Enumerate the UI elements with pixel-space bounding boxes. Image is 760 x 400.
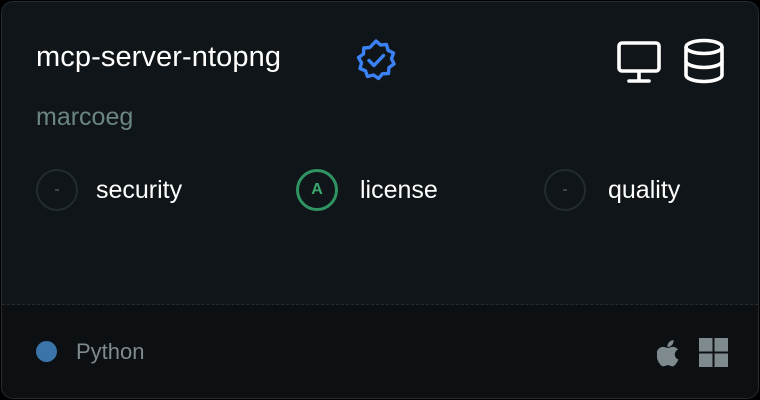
quality-grade-badge: - [544, 169, 586, 211]
windows-icon [699, 338, 728, 367]
security-score[interactable]: - security [36, 166, 182, 214]
quality-label: quality [608, 175, 681, 204]
language-color-dot [36, 341, 57, 362]
verified-badge-icon [356, 39, 396, 81]
author-name[interactable]: marcoeg [36, 103, 133, 132]
monitor-icon [617, 41, 661, 83]
language-label: Python [76, 339, 145, 364]
security-grade-badge: - [36, 169, 78, 211]
card-footer: Python [2, 305, 758, 398]
server-title[interactable]: mcp-server-ntopng [36, 41, 281, 74]
card-body: mcp-server-ntopng marcoeg - security A l… [2, 2, 758, 304]
quality-score[interactable]: - quality [544, 166, 680, 214]
server-card[interactable]: mcp-server-ntopng marcoeg - security A l… [1, 1, 759, 399]
license-score[interactable]: A license [296, 166, 438, 214]
license-grade-badge: A [296, 169, 338, 211]
license-label: license [360, 175, 438, 204]
apple-icon [657, 340, 679, 367]
security-label: security [96, 175, 183, 204]
database-icon [684, 38, 724, 84]
